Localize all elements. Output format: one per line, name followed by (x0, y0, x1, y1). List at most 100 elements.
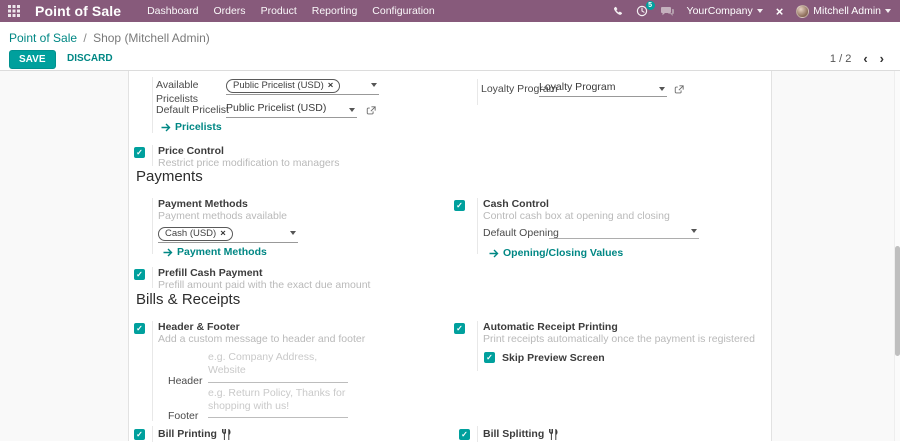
menu-product[interactable]: Product (261, 5, 297, 17)
pricelist-tag: Public Pricelist (USD) × (226, 79, 340, 93)
header-footer-checkbox[interactable]: ✓ (134, 323, 145, 334)
arrow-right-icon (489, 249, 499, 258)
loyalty-program-value: Loyalty Program (539, 79, 667, 93)
divider (152, 145, 153, 166)
scrollbar[interactable] (894, 71, 900, 441)
cash-control-checkbox[interactable]: ✓ (454, 200, 465, 211)
bills-section-header: Bills & Receipts (136, 291, 240, 308)
check-icon: ✓ (136, 148, 143, 157)
pager-value: 1 / 2 (830, 53, 851, 65)
breadcrumb-separator: / (83, 31, 86, 45)
menu-reporting[interactable]: Reporting (312, 5, 358, 17)
arrow-right-icon (161, 123, 171, 132)
payment-methods-link[interactable]: Payment Methods (163, 246, 267, 258)
check-icon: ✓ (456, 201, 463, 210)
activity-clock-icon[interactable]: 5 (636, 5, 648, 17)
top-menu: Dashboard Orders Product Reporting Confi… (147, 5, 435, 17)
company-name: YourCompany (687, 5, 753, 17)
default-opening-label: Default Opening (483, 227, 559, 241)
skip-preview-checkbox[interactable]: ✓ (484, 352, 495, 363)
divider (152, 321, 153, 421)
prefill-cash-label: Prefill Cash Payment (158, 267, 262, 279)
opening-closing-values-link[interactable]: Opening/Closing Values (489, 247, 623, 259)
payment-method-tag: Cash (USD) × (158, 227, 233, 241)
available-pricelists-field[interactable]: Public Pricelist (USD) × (226, 75, 379, 95)
grid-icon (8, 5, 20, 17)
save-button[interactable]: SAVE (9, 50, 56, 69)
check-icon: ✓ (461, 430, 468, 439)
auto-receipt-checkbox[interactable]: ✓ (454, 323, 465, 334)
pricelist-tag-label: Public Pricelist (USD) (233, 79, 324, 92)
check-icon: ✓ (136, 430, 143, 439)
close-icon[interactable]: × (776, 5, 784, 18)
footer-input[interactable] (208, 385, 348, 418)
loyalty-program-field[interactable]: Loyalty Program (539, 79, 667, 97)
external-link-icon[interactable] (366, 103, 376, 121)
menu-orders[interactable]: Orders (213, 5, 245, 17)
divider (477, 79, 478, 105)
header-input[interactable] (208, 349, 348, 383)
divider (477, 198, 478, 254)
control-panel: Point of Sale / Shop (Mitchell Admin) SA… (0, 22, 900, 70)
phone-icon[interactable] (612, 6, 623, 17)
breadcrumb-current: Shop (Mitchell Admin) (93, 31, 210, 45)
check-icon: ✓ (456, 324, 463, 333)
breadcrumb-parent[interactable]: Point of Sale (9, 31, 77, 45)
menu-configuration[interactable]: Configuration (372, 5, 434, 17)
dropdown-caret-icon (371, 83, 377, 87)
discard-button[interactable]: DISCARD (60, 50, 120, 67)
dropdown-caret-icon (659, 87, 665, 91)
payments-section-header: Payments (136, 168, 203, 185)
auto-receipt-help: Print receipts automatically once the pa… (483, 333, 755, 345)
payment-methods-link-label: Payment Methods (177, 246, 267, 258)
dropdown-caret-icon (691, 229, 697, 233)
default-pricelist-field[interactable]: Public Pricelist (USD) (226, 100, 357, 118)
menu-dashboard[interactable]: Dashboard (147, 5, 198, 17)
cutlery-icon (548, 429, 558, 440)
divider (152, 267, 153, 288)
price-control-checkbox[interactable]: ✓ (134, 147, 145, 158)
divider (477, 321, 478, 371)
divider (152, 426, 153, 442)
bill-printing-label: Bill Printing (158, 428, 231, 440)
pricelists-link-label: Pricelists (175, 121, 222, 133)
pager-next-icon[interactable]: › (880, 52, 884, 65)
apps-menu-icon[interactable] (8, 5, 20, 17)
bill-splitting-text: Bill Splitting (483, 428, 544, 440)
pricelists-link[interactable]: Pricelists (161, 121, 222, 133)
dropdown-caret-icon (290, 231, 296, 235)
prefill-cash-checkbox[interactable]: ✓ (134, 269, 145, 280)
check-icon: ✓ (136, 270, 143, 279)
payment-methods-help: Payment methods available (158, 210, 287, 222)
cash-control-label: Cash Control (483, 198, 549, 210)
payment-methods-field[interactable]: Cash (USD) × (158, 223, 298, 243)
activity-badge: 5 (646, 1, 655, 10)
opening-closing-values-link-label: Opening/Closing Values (503, 247, 623, 259)
header-footer-label: Header & Footer (158, 321, 240, 333)
settings-sheet: Available Pricelists Public Pricelist (U… (128, 71, 772, 441)
company-switcher[interactable]: YourCompany (687, 5, 763, 17)
divider (477, 426, 478, 442)
messages-icon[interactable] (661, 6, 674, 17)
scrollbar-thumb[interactable] (895, 246, 900, 356)
remove-tag-icon[interactable]: × (328, 79, 334, 92)
remove-tag-icon[interactable]: × (220, 227, 226, 240)
dropdown-caret-icon (349, 108, 355, 112)
bill-printing-checkbox[interactable]: ✓ (134, 429, 145, 440)
payment-method-tag-label: Cash (USD) (165, 227, 216, 240)
pager-prev-icon[interactable]: ‹ (863, 52, 867, 65)
user-menu[interactable]: Mitchell Admin (796, 5, 891, 18)
check-icon: ✓ (136, 324, 143, 333)
check-icon: ✓ (486, 353, 493, 362)
external-link-icon[interactable] (674, 82, 684, 100)
header-footer-help: Add a custom message to header and foote… (158, 333, 365, 345)
arrow-right-icon (163, 248, 173, 257)
bill-splitting-checkbox[interactable]: ✓ (459, 429, 470, 440)
default-opening-field[interactable] (549, 221, 699, 239)
cutlery-icon (221, 429, 231, 440)
footer-field-label: Footer (168, 410, 198, 424)
settings-content: Available Pricelists Public Pricelist (U… (0, 70, 900, 441)
available-pricelists-label: Available Pricelists (156, 79, 220, 106)
chevron-down-icon (885, 9, 891, 13)
top-navbar: Point of Sale Dashboard Orders Product R… (0, 0, 900, 22)
